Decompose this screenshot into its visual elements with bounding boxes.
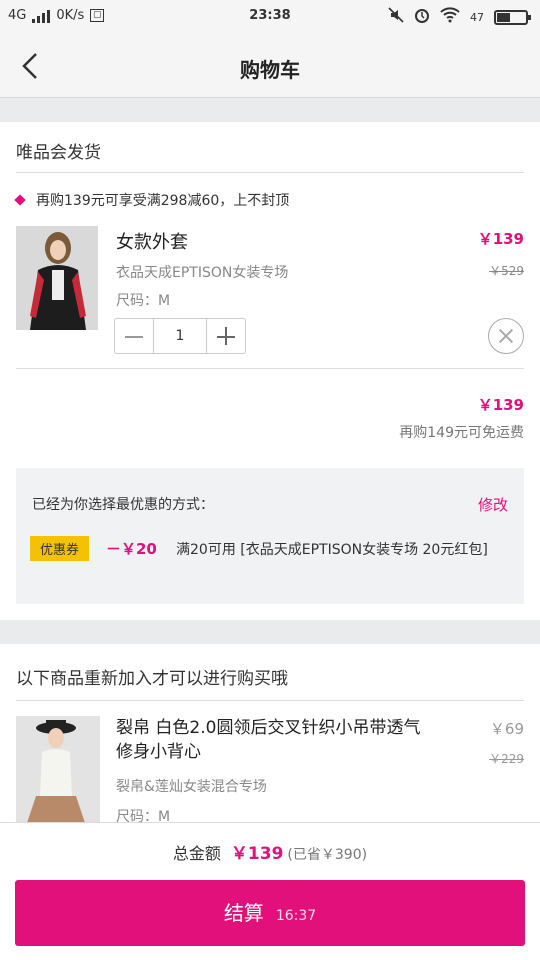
product-shop: 裂帛&莲灿女装混合专场 [116,779,267,795]
product-original-price: ￥529 [489,264,524,278]
cart-item: 女款外套 衣品天成EPTISON女装专场 尺码：M ￥139 ￥529 1 [16,226,524,366]
shop-subtotal: ￥139 [477,396,524,414]
reorder-section: 以下商品重新加入才可以进行购买哦 裂帛 白色2.0圆领后交叉针织小吊带透气修身小… [0,644,540,826]
divider [16,700,524,701]
saved-amount: (已省￥390) [287,847,368,863]
free-shipping-hint[interactable]: 再购149元可免运费 [399,422,524,442]
wifi-icon [440,7,460,27]
decrease-button[interactable] [115,319,153,353]
promo-text: 再购139元可享受满298减60，上不封顶 [36,193,290,209]
alarm-icon [414,7,430,27]
total-amount: ￥139 [230,844,284,864]
battery-percent: 47 [470,10,484,24]
checkout-bar: 总金额 ￥139 (已省￥390) 结算 16:37 [0,822,540,960]
product-original-price: ￥229 [489,752,524,766]
coupon-discount: －￥20 [106,540,157,558]
checkout-timer: 16:37 [275,908,317,924]
divider [16,368,524,369]
product-price: ￥139 [477,230,524,248]
increase-button[interactable] [207,319,245,353]
status-bar: 4G 0K/s ▢ 23:38 47 [0,0,540,34]
remove-item-icon[interactable] [488,318,524,354]
diamond-icon [14,194,26,206]
coupon-box: 已经为你选择最优惠的方式： 修改 优惠券 －￥20 满20可用 [衣品天成EPT… [16,468,524,604]
product-name[interactable]: 女款外套 [116,228,188,254]
product-price: ￥69 [489,720,524,738]
checkout-button[interactable]: 结算 16:37 [15,880,525,946]
quantity-stepper: 1 [114,318,246,354]
shop-title: 唯品会发货 [16,143,101,163]
product-name[interactable]: 裂帛 白色2.0圆领后交叉针织小吊带透气修身小背心 [116,716,436,764]
coupon-edit-link[interactable]: 修改 [478,494,508,515]
product-image[interactable] [16,226,98,330]
total-label: 总金额 [172,844,221,863]
battery-icon [494,9,531,25]
product-image[interactable] [16,716,100,826]
checkout-label: 结算 [223,901,264,925]
quantity-value[interactable]: 1 [153,319,207,353]
product-size: 尺码：M [116,293,171,309]
reorder-item[interactable]: 裂帛 白色2.0圆领后交叉针织小吊带透气修身小背心 裂帛&莲灿女装混合专场 尺码… [16,716,524,836]
coupon-badge: 优惠券 [30,536,90,561]
coupon-description: 满20可用 [衣品天成EPTISON女装专场 20元红包] [176,542,488,558]
battery-fill [497,12,511,22]
divider [16,172,524,173]
nav-bar: 购物车 [0,34,540,98]
product-shop: 衣品天成EPTISON女装专场 [116,265,289,281]
total-row: 总金额 ￥139 (已省￥390) [0,839,540,864]
shop-card: 唯品会发货 再购139元可享受满298减60，上不封顶 女款外套 衣品天成EPT… [0,122,540,620]
mute-icon [388,7,404,27]
page-title: 购物车 [240,58,300,82]
coupon-title: 已经为你选择最优惠的方式： [32,497,214,513]
promo-banner[interactable]: 再购139元可享受满298减60，上不封顶 [14,190,290,210]
reorder-title: 以下商品重新加入才可以进行购买哦 [16,669,288,689]
